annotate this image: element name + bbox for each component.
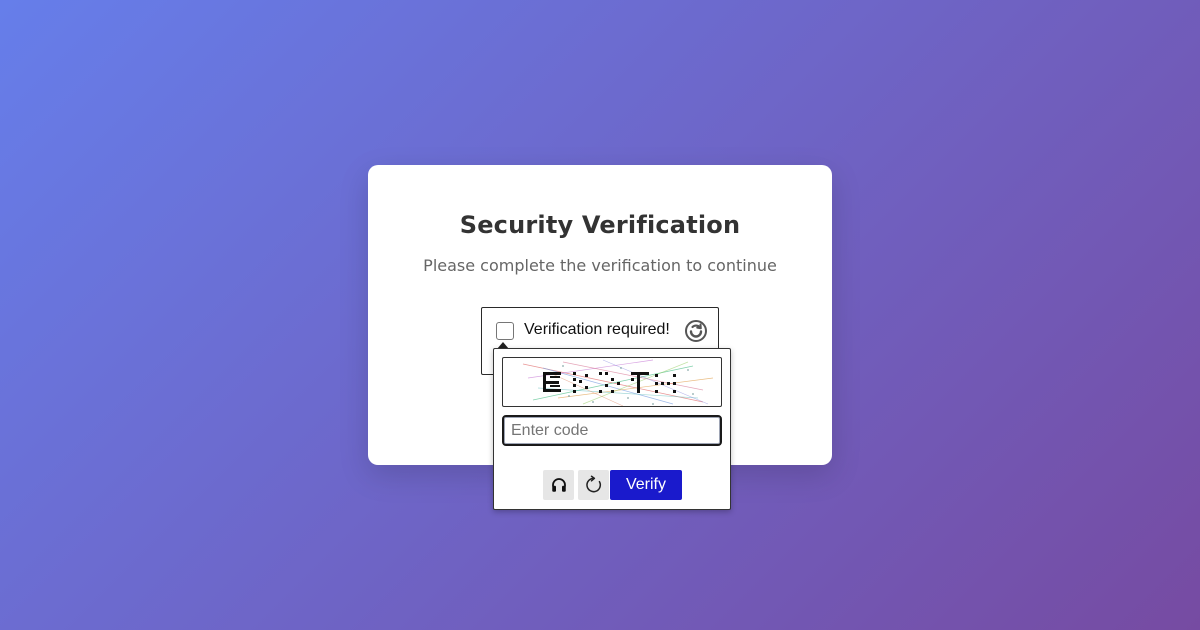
refresh-circle-icon	[685, 320, 707, 342]
verify-button[interactable]: Verify	[610, 470, 682, 500]
captcha-challenge-popup: Verify	[493, 348, 731, 510]
headphones-icon	[551, 478, 566, 492]
page-subtitle: Please complete the verification to cont…	[423, 256, 777, 275]
refresh-icon	[585, 475, 601, 493]
verification-checkbox[interactable]	[496, 322, 514, 340]
captcha-code-input[interactable]	[502, 415, 722, 446]
refresh-captcha-button[interactable]	[578, 470, 609, 500]
captcha-image	[502, 357, 722, 407]
audio-challenge-button[interactable]	[543, 470, 574, 500]
verification-label: Verification required!	[524, 321, 670, 338]
page-title: Security Verification	[459, 211, 741, 239]
